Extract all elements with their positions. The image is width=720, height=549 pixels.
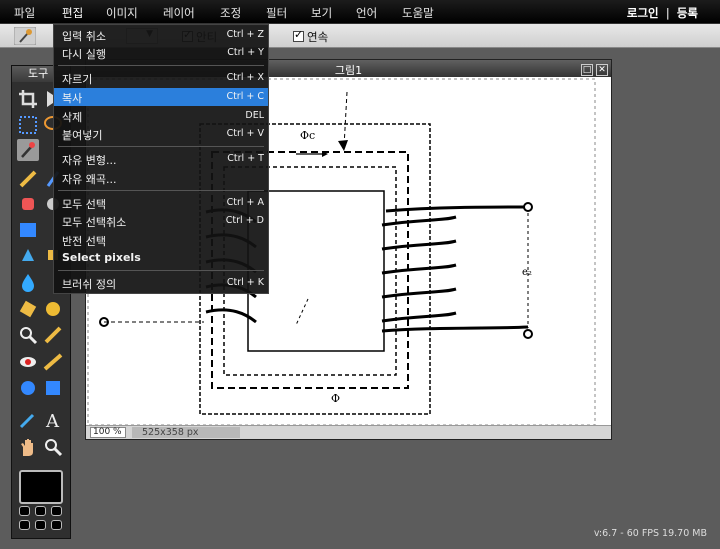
menu-item-undo[interactable]: 입력 취소 Ctrl + Z [54, 26, 268, 44]
marquee-icon[interactable] [17, 114, 39, 136]
eraser-icon[interactable] [17, 193, 39, 215]
menu-item-free-transform[interactable]: 자유 변형... Ctrl + T [54, 150, 268, 168]
edit-menu-dropdown: 입력 취소 Ctrl + Z 다시 실행 Ctrl + Y 자르기 Ctrl + X … [53, 24, 269, 294]
zoom-lens-icon[interactable] [17, 324, 39, 346]
menu-item-invert-selection[interactable]: 반전 선택 [54, 231, 268, 249]
crop-icon[interactable] [17, 88, 39, 110]
text-tool-icon[interactable]: A [42, 409, 64, 431]
color-swatch[interactable] [19, 470, 63, 504]
menu-image[interactable]: 이미지 [106, 5, 138, 21]
extra-button[interactable] [35, 520, 46, 530]
extra-button[interactable] [51, 520, 62, 530]
sharpen-icon[interactable] [42, 324, 64, 346]
menu-item-cut[interactable]: 자르기 Ctrl + X [54, 69, 268, 87]
hand-icon[interactable] [17, 436, 39, 458]
menu-item-define-brush[interactable]: 브러쉬 정의 Ctrl + K [54, 274, 268, 292]
menu-item-copy[interactable]: 복사 Ctrl + C [54, 88, 268, 106]
clone-stamp-icon[interactable] [17, 244, 39, 266]
menu-item-delete[interactable]: 삭제 DEL [54, 107, 268, 125]
register-link[interactable]: 등록 [677, 6, 698, 20]
gradient-icon[interactable] [17, 219, 39, 241]
maximize-icon[interactable]: □ [581, 64, 593, 76]
magic-wand-tool-icon[interactable] [17, 139, 39, 161]
extra-button[interactable] [19, 506, 30, 516]
auth-links: 로그인 | 등록 [627, 5, 698, 21]
menu-item-redo[interactable]: 다시 실행 Ctrl + Y [54, 44, 268, 62]
svg-text:A: A [45, 411, 60, 431]
image-status-bar: 100 % 525x358 px [86, 425, 611, 439]
phi-c-label: Φc [300, 129, 315, 142]
toolbox-extra-buttons [19, 506, 63, 534]
magnifier-icon[interactable] [42, 436, 64, 458]
e-label: e₂ [522, 267, 532, 278]
menu-language[interactable]: 언어 [356, 5, 377, 21]
menu-layer[interactable]: 레이어 [163, 5, 195, 21]
menu-separator [58, 270, 264, 271]
menu-view[interactable]: 보기 [311, 5, 332, 21]
auth-separator: | [665, 6, 670, 20]
burn-icon[interactable] [42, 298, 64, 320]
drop-icon[interactable] [17, 271, 39, 293]
color-picker-icon[interactable] [17, 409, 39, 431]
menu-bar: 파일 편집 이미지 레이어 조정 필터 보기 언어 도움말 로그인 | 등록 [0, 0, 720, 24]
menu-item-select-pixels[interactable]: Select pixels [54, 249, 268, 267]
menu-filter[interactable]: 필터 [266, 5, 287, 21]
menu-item-select-all[interactable]: 모두 선택 Ctrl + A [54, 194, 268, 212]
bloat-icon[interactable] [42, 351, 64, 373]
menu-item-paste[interactable]: 붙여넣기 Ctrl + V [54, 125, 268, 143]
extra-button[interactable] [35, 506, 46, 516]
menu-adjust[interactable]: 조정 [220, 5, 241, 21]
extra-button[interactable] [51, 506, 62, 516]
magic-wand-icon[interactable] [14, 27, 36, 45]
menu-item-deselect-all[interactable]: 모두 선택취소 Ctrl + D [54, 212, 268, 230]
login-link[interactable]: 로그인 [627, 6, 659, 20]
menu-file[interactable]: 파일 [14, 5, 35, 21]
menu-item-free-distort[interactable]: 자유 왜곡... [54, 169, 268, 187]
spherize-icon[interactable] [42, 377, 64, 399]
menu-separator [58, 146, 264, 147]
menu-separator [58, 65, 264, 66]
contiguous-label: 연속 [307, 30, 329, 44]
menu-edit[interactable]: 편집 [62, 5, 83, 21]
sponge-icon[interactable] [17, 298, 39, 320]
menu-separator [58, 190, 264, 191]
version-info: v:6.7 - 60 FPS 19.70 MB [593, 528, 707, 539]
pencil-icon[interactable] [17, 168, 39, 190]
zoom-input[interactable]: 100 % [90, 427, 126, 438]
extra-button[interactable] [19, 520, 30, 530]
checkbox-icon [293, 28, 304, 42]
red-eye-icon[interactable] [17, 351, 39, 373]
image-dimensions: 525x358 px [132, 427, 240, 438]
close-icon[interactable]: ✕ [596, 64, 608, 76]
phi-label: Φ [331, 392, 340, 405]
pinch-icon[interactable] [17, 377, 39, 399]
window-buttons: □ ✕ [578, 62, 608, 76]
menu-help[interactable]: 도움말 [402, 5, 434, 21]
contiguous-checkbox[interactable]: 연속 [293, 28, 329, 45]
